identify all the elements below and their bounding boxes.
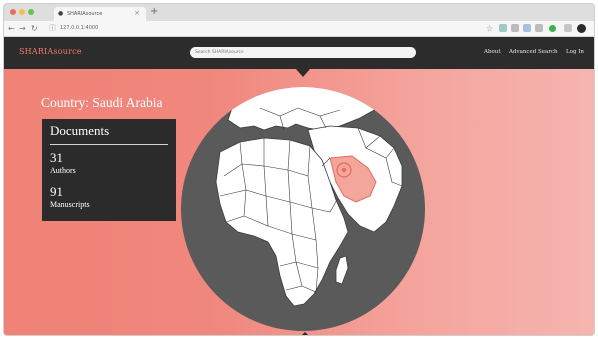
location-marker-dot xyxy=(341,167,347,173)
extension-icon[interactable] xyxy=(499,24,507,32)
reload-icon[interactable]: ↻ xyxy=(31,23,38,34)
panel-title: Documents xyxy=(50,123,110,138)
authors-label[interactable]: Authors xyxy=(50,166,76,176)
tab-strip: ● SHARIAsource × + xyxy=(4,4,594,21)
browser-tab[interactable]: ● SHARIAsource × xyxy=(54,7,146,21)
nav-link-about[interactable]: About xyxy=(484,48,501,57)
zoom-window-button[interactable] xyxy=(28,9,34,15)
extension-icon[interactable] xyxy=(523,24,531,32)
forward-icon[interactable]: → xyxy=(19,23,26,34)
panel-divider xyxy=(50,144,168,145)
url-field[interactable]: ⓘ 127.0.0.1:4000 xyxy=(48,23,480,34)
site-navbar: SHARIAsource Search SHARIAsource About A… xyxy=(4,37,594,69)
globe-icon: ● xyxy=(58,10,64,17)
search-placeholder: Search SHARIAsource xyxy=(195,50,244,55)
nav-link-advanced-search[interactable]: Advanced Search xyxy=(509,48,558,57)
back-icon[interactable]: ← xyxy=(8,23,15,34)
world-globe[interactable] xyxy=(180,86,426,332)
close-icon[interactable]: × xyxy=(134,9,140,18)
documents-panel: Documents 31 Authors 91 Manuscripts xyxy=(42,119,176,221)
extension-icon[interactable] xyxy=(564,24,572,32)
tab-title: SHARIAsource xyxy=(67,11,103,17)
page-content: SHARIAsource Search SHARIAsource About A… xyxy=(4,37,594,335)
nav-link-login[interactable]: Log In xyxy=(566,48,584,57)
info-icon[interactable]: ⓘ xyxy=(49,23,56,34)
url-text: 127.0.0.1:4000 xyxy=(60,25,99,31)
manuscripts-label[interactable]: Manuscripts xyxy=(50,200,90,210)
browser-window: ● SHARIAsource × + ← → ↻ ⓘ 127.0.0.1:400… xyxy=(3,3,595,336)
manuscripts-count: 91 xyxy=(50,184,63,199)
navbar-caret xyxy=(296,69,310,77)
country-title: Country: Saudi Arabia xyxy=(41,95,163,110)
bookmark-star-icon[interactable]: ☆ xyxy=(486,23,493,34)
avatar[interactable] xyxy=(577,24,586,33)
authors-count: 31 xyxy=(50,150,63,165)
address-bar-row: ← → ↻ ⓘ 127.0.0.1:4000 ☆ xyxy=(4,21,594,37)
new-tab-button[interactable]: + xyxy=(150,6,158,18)
extension-icon[interactable] xyxy=(549,25,556,32)
extension-icon[interactable] xyxy=(535,24,543,32)
minimize-window-button[interactable] xyxy=(19,9,25,15)
close-window-button[interactable] xyxy=(10,9,16,15)
extension-icon[interactable] xyxy=(511,24,519,32)
site-logo[interactable]: SHARIAsource xyxy=(19,47,82,56)
scroll-indicator[interactable] xyxy=(300,332,310,335)
search-input[interactable]: Search SHARIAsource xyxy=(190,47,416,58)
